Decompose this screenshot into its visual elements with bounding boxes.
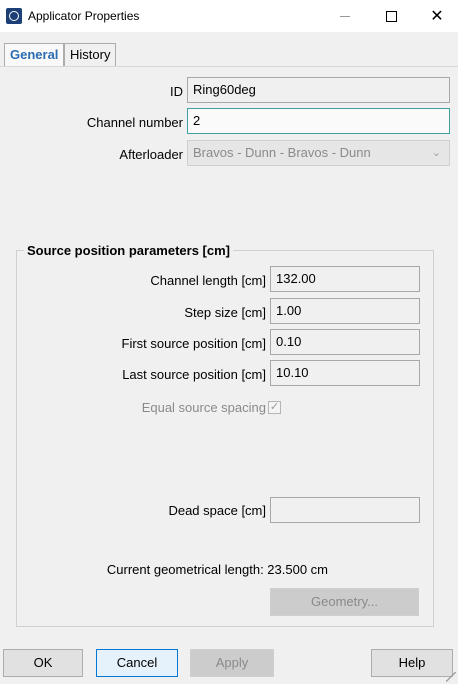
channel-number-field[interactable]: 2: [187, 108, 450, 134]
dead-space-field[interactable]: [270, 497, 420, 523]
dead-space-label: Dead space [cm]: [168, 503, 266, 518]
ok-button[interactable]: OK: [3, 649, 83, 677]
tab-general[interactable]: General: [4, 43, 65, 67]
window-title: Applicator Properties: [28, 9, 140, 23]
app-logo-icon: [6, 8, 22, 24]
close-icon: ✕: [430, 8, 444, 25]
source-position-group-title: Source position parameters [cm]: [24, 243, 233, 258]
afterloader-dropdown[interactable]: Bravos - Dunn - Bravos - Dunn ⌄: [187, 140, 450, 166]
maximize-button[interactable]: [368, 0, 414, 32]
step-size-field[interactable]: 1.00: [270, 298, 420, 324]
cancel-button[interactable]: Cancel: [96, 649, 178, 677]
help-button[interactable]: Help: [371, 649, 453, 677]
equal-source-spacing-checkbox[interactable]: ✓: [268, 401, 281, 414]
resize-grip-icon[interactable]: [446, 672, 456, 682]
last-source-position-label: Last source position [cm]: [122, 367, 266, 382]
current-geometrical-length: Current geometrical length: 23.500 cm: [106, 562, 328, 577]
first-source-position-label: First source position [cm]: [121, 336, 267, 351]
first-source-position-field[interactable]: 0.10: [270, 329, 420, 355]
title-bar: Applicator Properties ✕: [0, 0, 458, 32]
channel-number-label: Channel number: [86, 115, 183, 130]
id-label: ID: [170, 84, 183, 99]
close-button[interactable]: ✕: [414, 0, 458, 32]
chevron-down-icon: ⌄: [431, 147, 441, 159]
tab-panel-divider: [0, 66, 458, 67]
channel-length-label: Channel length [cm]: [150, 273, 266, 288]
equal-source-spacing-label: Equal source spacing: [141, 400, 266, 415]
afterloader-value: Bravos - Dunn - Bravos - Dunn: [193, 145, 371, 160]
channel-length-field[interactable]: 132.00: [270, 266, 420, 292]
maximize-icon: [385, 10, 397, 22]
step-size-label: Step size [cm]: [184, 305, 266, 320]
checkmark-icon: ✓: [269, 401, 280, 413]
minimize-icon: [340, 15, 350, 17]
id-field[interactable]: Ring60deg: [187, 77, 450, 103]
minimize-button[interactable]: [322, 0, 368, 32]
tab-history[interactable]: History: [64, 43, 117, 66]
apply-button[interactable]: Apply: [190, 649, 274, 677]
last-source-position-field[interactable]: 10.10: [270, 360, 420, 386]
geometry-button[interactable]: Geometry...: [270, 588, 419, 616]
afterloader-label: Afterloader: [119, 147, 183, 162]
